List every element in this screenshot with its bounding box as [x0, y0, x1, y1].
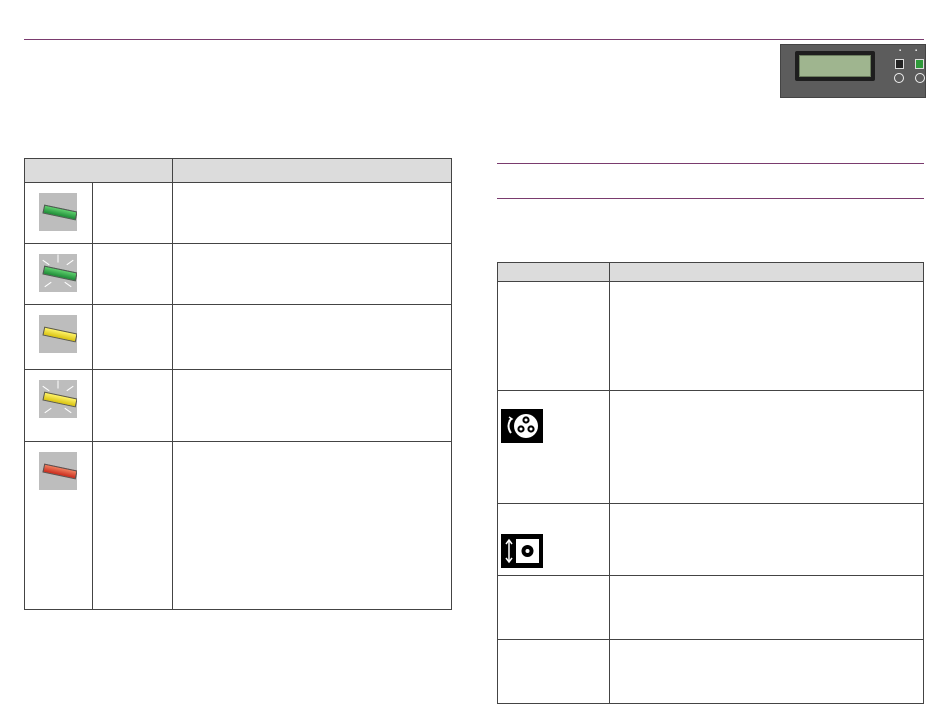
display-header-description [608, 262, 925, 282]
led-green-blinking-icon [39, 254, 77, 292]
panel-eject-icon [894, 73, 904, 83]
table-row [497, 575, 925, 640]
display-label [497, 575, 610, 640]
led-red-solid-icon [39, 452, 77, 490]
led-label [91, 182, 173, 244]
lcd-display [795, 51, 875, 81]
table-row [24, 243, 453, 305]
display-icons-table [497, 262, 925, 704]
tape-reels-rotate-icon [501, 409, 543, 443]
led-label [91, 243, 173, 305]
led-header-description [171, 158, 453, 183]
led-yellow-solid-icon [39, 315, 77, 353]
led-description [171, 441, 453, 610]
led-description [171, 369, 453, 442]
display-header-icon [497, 262, 610, 282]
panel-reel-icon [915, 73, 925, 83]
led-table-header [24, 158, 453, 183]
table-row [24, 304, 453, 370]
led-description [171, 243, 453, 305]
top-rule [24, 39, 924, 40]
led-header-state [24, 158, 173, 183]
display-description [608, 503, 925, 576]
table-row [497, 390, 925, 504]
led-status-table [24, 158, 453, 610]
display-label [497, 281, 610, 391]
led-description [171, 182, 453, 244]
table-row [24, 441, 453, 610]
led-yellow-blinking-icon [39, 380, 77, 418]
led-label [91, 441, 173, 610]
led-green-solid-icon [39, 193, 77, 231]
table-row [24, 182, 453, 244]
display-description [608, 390, 925, 504]
table-row [497, 503, 925, 576]
display-description [608, 639, 925, 704]
led-label [91, 304, 173, 370]
section-rule-1 [497, 163, 924, 164]
led-description [171, 304, 453, 370]
panel-button-right [915, 59, 924, 69]
table-row [24, 369, 453, 442]
table-row [497, 639, 925, 704]
display-label [497, 639, 610, 704]
cartridge-load-icon [501, 534, 543, 568]
display-table-header [497, 262, 925, 282]
section-rule-2 [497, 198, 924, 199]
table-row [497, 281, 925, 391]
panel-button-left [895, 59, 904, 69]
led-label [91, 369, 173, 442]
display-description [608, 575, 925, 640]
display-description [608, 281, 925, 391]
front-panel-photo: ▪ ▪ [780, 44, 926, 98]
